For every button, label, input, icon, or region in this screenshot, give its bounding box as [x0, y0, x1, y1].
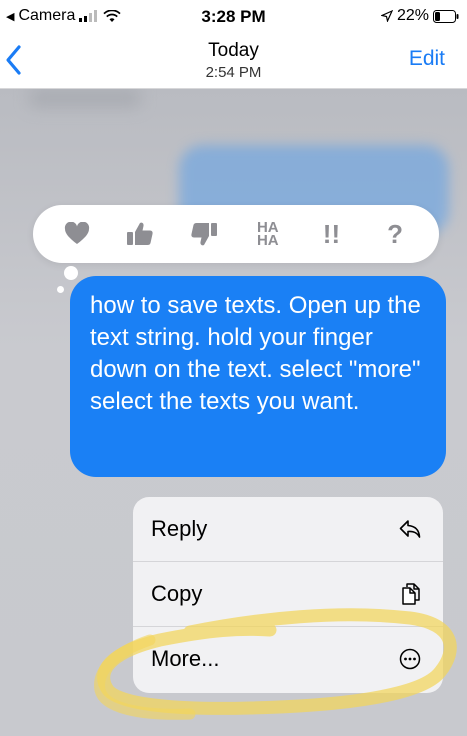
tapback-thumbs-down[interactable] [184, 214, 224, 254]
nav-subtitle: 2:54 PM [205, 64, 262, 81]
battery-percent: 22% [396, 7, 429, 24]
battery-icon [433, 9, 459, 23]
nav-title: Today [208, 40, 259, 61]
context-menu: Reply Copy More... [133, 497, 443, 693]
more-icon [399, 648, 421, 670]
heart-icon [64, 222, 89, 244]
tapback-question[interactable]: ? [375, 214, 415, 254]
tapback-haha[interactable]: HA HA [248, 214, 288, 254]
nav-bar: Today 2:54 PM Edit [0, 34, 467, 89]
blurred-content [30, 89, 140, 107]
edit-button[interactable]: Edit [409, 47, 445, 71]
menu-item-label: Copy [151, 581, 203, 606]
menu-item-label: More... [151, 646, 220, 671]
location-arrow-icon [380, 10, 393, 22]
status-bar: ◀ Camera 3:28 PM 22% [0, 0, 467, 34]
question-icon: ? [387, 218, 404, 249]
reply-icon [399, 520, 421, 538]
tapback-thumbs-up[interactable] [120, 214, 160, 254]
message-bubble[interactable]: how to save texts. Open up the text stri… [70, 276, 446, 477]
copy-icon [402, 583, 420, 605]
tapback-heart[interactable] [57, 214, 97, 254]
menu-item-copy[interactable]: Copy [133, 562, 443, 626]
menu-item-label: Reply [151, 516, 208, 541]
tapback-tail-large [64, 266, 78, 280]
conversation-date-header: Today 2:54 PM [0, 40, 467, 81]
thumbs-down-icon [191, 223, 218, 246]
menu-item-more[interactable]: More... [133, 627, 443, 691]
haha-icon: HA HA [256, 219, 279, 249]
status-right: 22% [380, 7, 459, 25]
menu-item-reply[interactable]: Reply [133, 497, 443, 561]
tapback-tail-small [57, 286, 64, 293]
tapback-reactions: HA HA !! ? [33, 205, 439, 263]
thumbs-up-icon [127, 222, 154, 245]
exclamation-icon: !! [322, 218, 341, 249]
tapback-exclamation[interactable]: !! [311, 214, 351, 254]
